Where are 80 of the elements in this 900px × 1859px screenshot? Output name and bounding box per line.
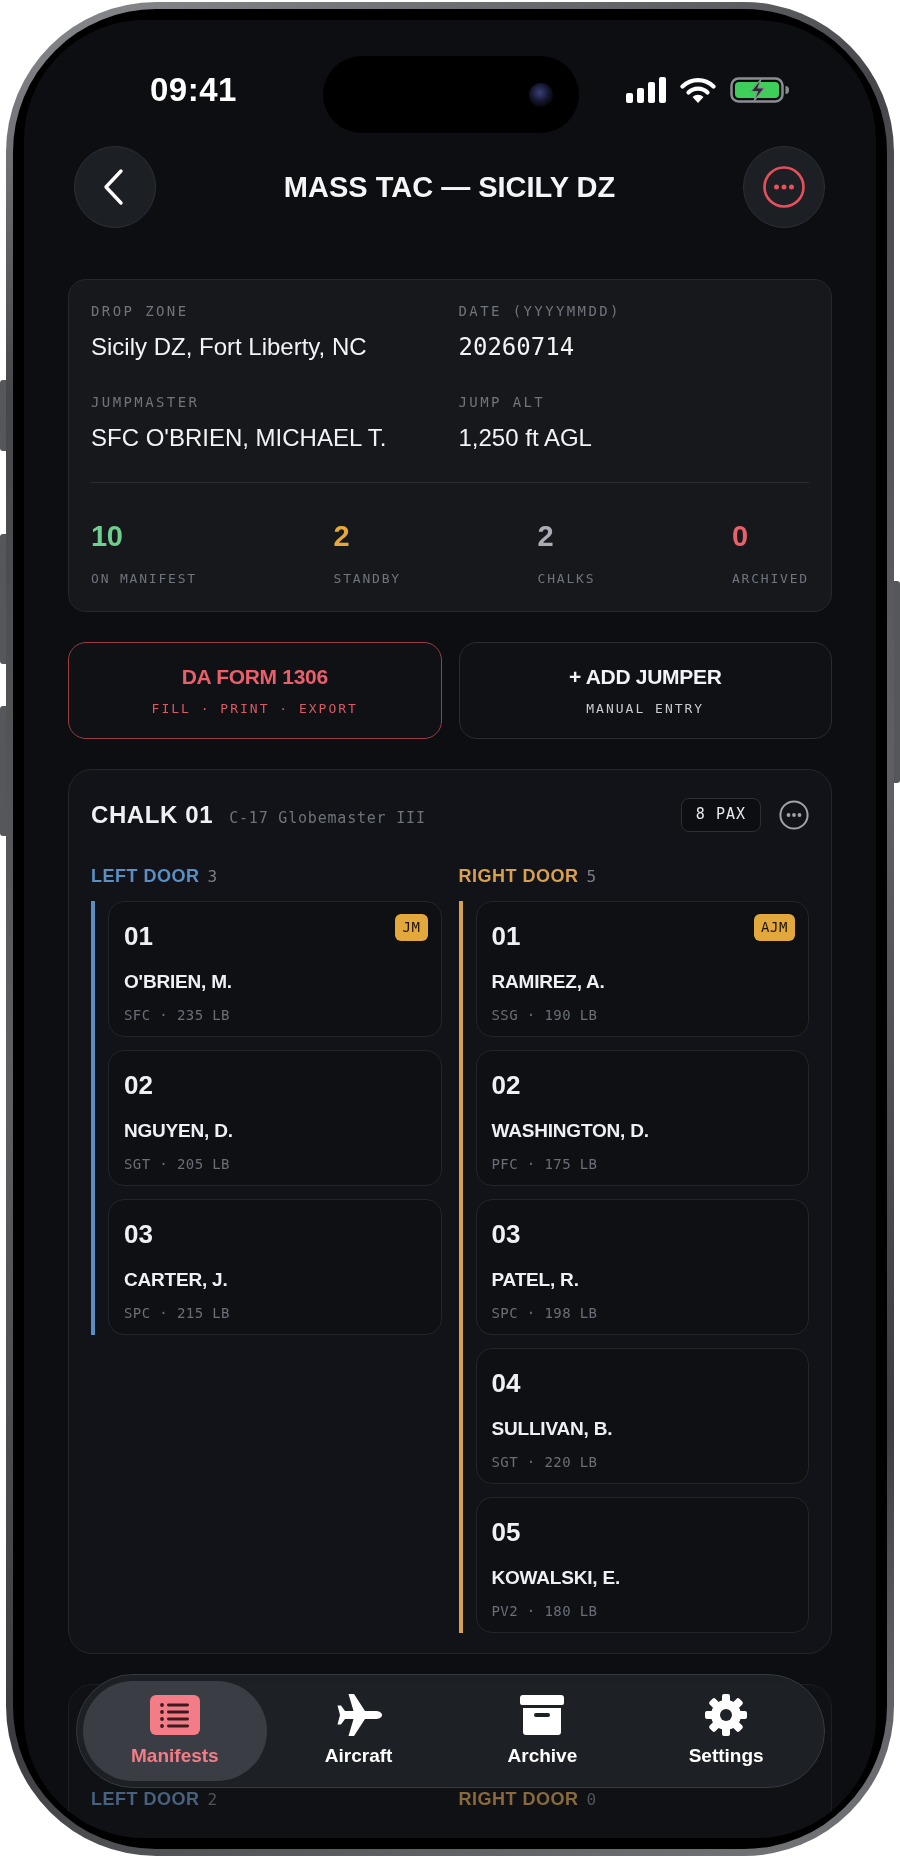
settings-icon [704,1693,749,1737]
jumper-details: PV2 · 180 LB [491,1602,598,1620]
airplane-icon [334,1693,383,1737]
jumper-number: 03 [491,1219,521,1249]
chalk-title: CHALK 01 [91,800,214,830]
jumper-number: 01 [124,921,153,951]
field-value: 20260714 [458,332,575,362]
stat-label: ON MANIFEST [91,570,197,588]
jumper-card[interactable]: 02 WASHINGTON, D. PFC · 175 LB [475,1050,809,1186]
stat-label: CHALKS [537,570,596,588]
jumper-number: 02 [124,1070,153,1100]
field-label: JUMPMASTER [91,393,200,411]
jumper-number: 01 [491,921,521,951]
jumper-card[interactable]: 01 O'BRIEN, M. SFC · 235 LB JM [108,901,442,1037]
jumper-number: 03 [124,1219,153,1249]
jumper-details: SFC · 235 LB [124,1006,230,1024]
list-icon [149,1695,200,1735]
stat-value: 0 [732,519,748,554]
pax-badge: 8 PAX [680,798,761,832]
field-label: DATE (YYYYMMDD) [458,302,621,320]
jumper-card[interactable]: 04 SULLIVAN, B. SGT · 220 LB [475,1348,809,1484]
jumper-details: PFC · 175 LB [491,1155,598,1173]
jumper-name: PATEL, R. [491,1268,579,1292]
role-badge: AJM [753,914,795,941]
stat-label: STANDBY [333,570,401,588]
jumper-name: RAMIREZ, A. [491,970,605,994]
tab-button[interactable]: Manifests [83,1681,267,1781]
tab-button[interactable]: Settings [634,1681,818,1781]
action-button[interactable]: DA FORM 1306 FILL · PRINT · EXPORT [68,642,442,739]
action-button[interactable]: + ADD JUMPER MANUAL ENTRY [458,642,832,739]
door-count: 3 [207,867,218,887]
archive-box-icon [520,1695,565,1735]
door-label: LEFT DOOR [91,866,200,886]
jumper-name: WASHINGTON, D. [491,1119,649,1143]
jumper-name: KOWALSKI, E. [491,1566,620,1590]
jumper-card[interactable]: 02 NGUYEN, D. SGT · 205 LB [108,1050,442,1186]
field-value: SFC O'BRIEN, MICHAEL T. [91,423,387,453]
battery-icon [730,77,790,103]
stat-value: 2 [537,519,554,554]
jumper-card[interactable]: 03 CARTER, J. SPC · 215 LB [108,1199,442,1335]
wifi-icon [680,77,716,103]
jumper-details: SPC · 215 LB [124,1304,230,1322]
field-label: JUMP ALT [458,393,546,411]
signal-icon [626,77,666,103]
jumper-details: SGT · 220 LB [491,1453,598,1471]
more-icon[interactable] [779,800,809,830]
tab-button[interactable]: Aircraft [266,1681,451,1781]
jumper-details: SSG · 190 LB [491,1006,598,1024]
role-badge: JM [395,914,428,941]
tab-button[interactable]: Archive [450,1681,635,1781]
back-icon [102,168,124,206]
door-label: LEFT DOOR [91,1789,200,1809]
stat-value: 10 [91,519,123,554]
side-key [0,380,6,451]
screen-title: MASS TAC — SICILY DZ [283,170,616,205]
door-count: 2 [207,1790,218,1810]
stat-label: ARCHIVED [732,570,809,588]
door-label: RIGHT DOOR [458,1789,579,1809]
jumper-number: 02 [491,1070,521,1100]
more-icon [763,166,805,208]
jumper-number: 04 [491,1368,521,1398]
jumper-details: SGT · 205 LB [124,1155,230,1173]
jumper-name: O'BRIEN, M. [124,970,232,994]
jumper-name: NGUYEN, D. [124,1119,233,1143]
jumper-card[interactable]: 05 KOWALSKI, E. PV2 · 180 LB [475,1497,809,1633]
stat-value: 2 [333,519,350,554]
jumper-name: CARTER, J. [124,1268,228,1292]
jumper-number: 05 [491,1517,521,1547]
jumper-card[interactable]: 01 RAMIREZ, A. SSG · 190 LB AJM [475,901,809,1037]
status-time: 09:41 [150,70,237,110]
field-label: DROP ZONE [91,302,189,320]
jumper-details: SPC · 198 LB [491,1304,598,1322]
door-label: RIGHT DOOR [458,866,579,886]
door-count: 0 [586,1790,597,1810]
jumper-card[interactable]: 03 PATEL, R. SPC · 198 LB [475,1199,809,1335]
field-value: Sicily DZ, Fort Liberty, NC [91,332,367,362]
aircraft-name: C-17 Globemaster III [229,808,426,828]
door-count: 5 [586,867,597,887]
jumper-name: SULLIVAN, B. [491,1417,613,1441]
field-value: 1,250 ft AGL [458,423,592,453]
